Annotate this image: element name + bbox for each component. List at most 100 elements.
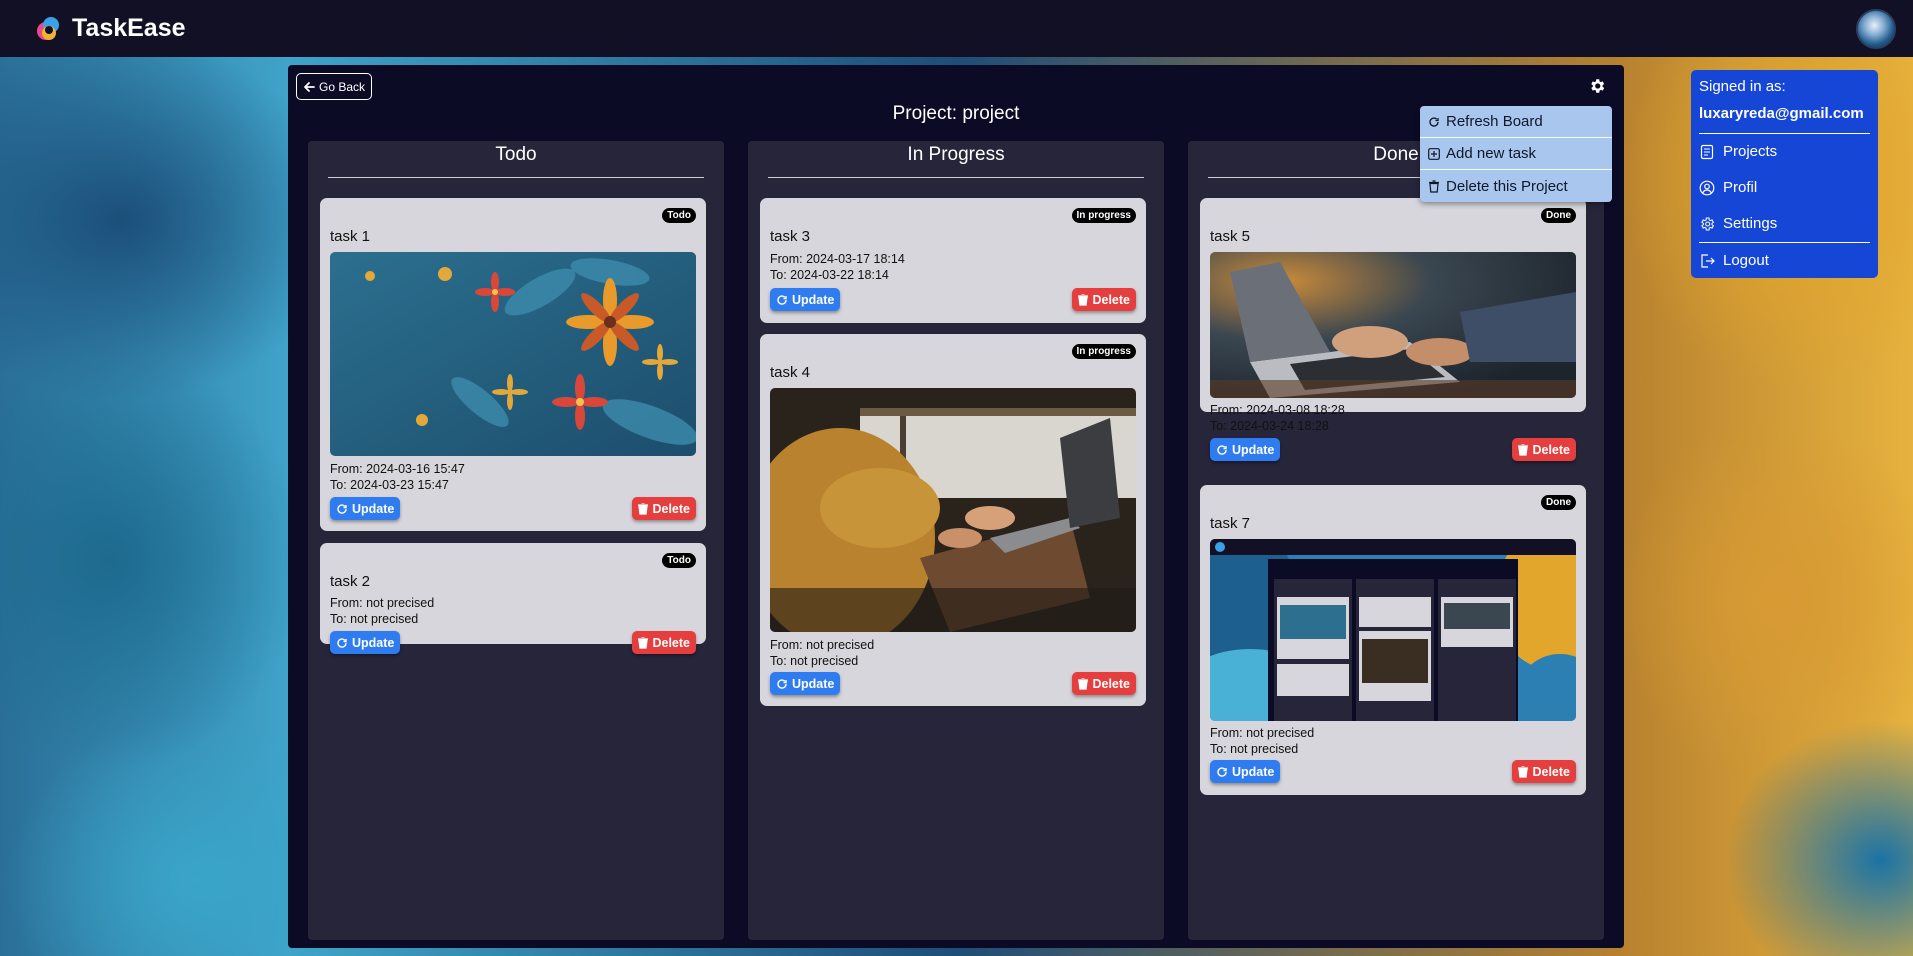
menu-item-label: Delete this Project	[1446, 177, 1568, 195]
delete-button[interactable]: Delete	[1512, 760, 1576, 783]
task-card[interactable]: Todo task 2 From: not precised To: not p…	[320, 543, 706, 654]
update-button[interactable]: Update	[770, 672, 841, 695]
divider	[1699, 133, 1870, 134]
task-from: From: not precised	[1210, 726, 1315, 740]
user-circle-icon	[1699, 180, 1715, 195]
update-label: Update	[352, 501, 395, 516]
status-badge: Todo	[662, 553, 696, 568]
delete-button[interactable]: Delete	[632, 497, 696, 520]
user-menu-item-logout[interactable]: Logout	[1699, 252, 1769, 269]
task-image	[770, 388, 1136, 632]
go-back-label: Go Back	[319, 79, 366, 94]
update-button[interactable]: Update	[330, 631, 401, 654]
column-title: In Progress	[768, 141, 1144, 178]
menu-item-label: Add new task	[1446, 145, 1537, 162]
delete-button[interactable]: Delete	[1072, 288, 1136, 311]
delete-button[interactable]: Delete	[632, 631, 696, 654]
column-in-progress: In Progress In progress task 3 From: 202…	[748, 141, 1164, 940]
delete-label: Delete	[652, 635, 690, 650]
task-to: To: not precised	[330, 612, 419, 626]
task-to: To: not precised	[1210, 742, 1299, 756]
status-badge: In progress	[1071, 208, 1136, 223]
board-settings-gear-icon[interactable]	[1588, 77, 1606, 95]
user-avatar[interactable]	[1856, 9, 1896, 49]
user-menu-item-projects[interactable]: Projects	[1699, 143, 1777, 160]
delete-button[interactable]: Delete	[1072, 672, 1136, 695]
task-dates: From: 2024-03-17 18:14 To: 2024-03-22 18…	[770, 251, 905, 283]
task-dates: From: 2024-03-08 18:28 To: 2024-03-24 18…	[1210, 402, 1345, 434]
update-button[interactable]: Update	[1210, 760, 1281, 783]
task-name: task 4	[770, 364, 811, 381]
user-menu-item-profil[interactable]: Profil	[1699, 179, 1757, 196]
task-to: To: not precised	[770, 654, 859, 668]
task-image	[1210, 539, 1576, 721]
menu-item-delete-project[interactable]: Delete this Project	[1420, 170, 1612, 202]
task-dates: From: not precised To: not precised	[1210, 725, 1314, 757]
divider	[1699, 242, 1870, 243]
delete-label: Delete	[1532, 764, 1570, 779]
user-menu-item-settings[interactable]: Settings	[1699, 215, 1777, 232]
task-card[interactable]: Todo task 1 From: 2024-03-16 15:47 To: 2…	[320, 198, 706, 531]
column-done: Done Done task 5 From: 2024-03-08 18:28 …	[1188, 141, 1604, 940]
update-label: Update	[792, 676, 835, 691]
app-title[interactable]: TaskEase	[72, 14, 186, 43]
refresh-icon	[337, 503, 347, 514]
task-from: From: not precised	[770, 638, 875, 652]
update-button[interactable]: Update	[1210, 438, 1281, 461]
trash-icon	[1078, 677, 1089, 690]
task-name: task 3	[770, 228, 811, 245]
refresh-icon	[777, 678, 787, 689]
delete-label: Delete	[1532, 442, 1570, 457]
user-menu-item-label: Profil	[1723, 179, 1758, 196]
refresh-icon	[1217, 766, 1227, 777]
task-name: task 1	[330, 228, 371, 245]
gear-icon	[1701, 216, 1715, 231]
task-card[interactable]: In progress task 4 From: not precised To…	[760, 334, 1146, 706]
user-menu-panel: Signed in as: luxaryreda@gmail.com Proje…	[1691, 70, 1878, 278]
task-name: task 7	[1210, 515, 1251, 532]
task-card[interactable]: Done task 7 From: not precised To: not p…	[1200, 485, 1586, 795]
task-to: To: 2024-03-22 18:14	[770, 268, 889, 282]
delete-label: Delete	[1092, 292, 1130, 307]
go-back-button[interactable]: Go Back	[296, 73, 373, 100]
delete-label: Delete	[652, 501, 690, 516]
plus-square-icon	[1428, 147, 1440, 160]
task-dates: From: not precised To: not precised	[330, 595, 434, 627]
update-label: Update	[1232, 764, 1275, 779]
trash-icon	[1078, 293, 1089, 306]
delete-button[interactable]: Delete	[1512, 438, 1576, 461]
user-menu-item-label: Projects	[1723, 143, 1778, 160]
task-from: From: not precised	[330, 596, 435, 610]
task-dates: From: 2024-03-16 15:47 To: 2024-03-23 15…	[330, 461, 465, 493]
task-image	[330, 252, 696, 456]
task-name: task 5	[1210, 228, 1251, 245]
trash-icon	[1518, 443, 1529, 456]
top-navbar: TaskEase	[0, 0, 1913, 57]
task-from: From: 2024-03-17 18:14	[770, 252, 905, 266]
app-logo-icon[interactable]	[33, 14, 63, 44]
update-button[interactable]: Update	[330, 497, 401, 520]
board-settings-menu: Refresh Board Add new task Delete this P…	[1420, 106, 1612, 202]
status-badge: Done	[1541, 495, 1576, 510]
update-button[interactable]: Update	[770, 288, 841, 311]
task-to: To: 2024-03-24 18:28	[1210, 419, 1329, 433]
menu-item-add-task[interactable]: Add new task	[1420, 138, 1612, 170]
status-badge: Todo	[662, 208, 696, 223]
task-card[interactable]: Done task 5 From: 2024-03-08 18:28 To: 2…	[1200, 198, 1586, 461]
task-card[interactable]: In progress task 3 From: 2024-03-17 18:1…	[760, 198, 1146, 323]
trash-icon	[638, 502, 649, 515]
task-dates: From: not precised To: not precised	[770, 637, 874, 669]
column-title: Todo	[328, 141, 704, 178]
document-icon	[1700, 144, 1714, 159]
trash-icon	[638, 636, 649, 649]
user-email: luxaryreda@gmail.com	[1699, 105, 1864, 122]
refresh-icon	[1217, 444, 1227, 455]
status-badge: In progress	[1071, 344, 1136, 359]
signed-in-label: Signed in as:	[1699, 78, 1786, 95]
refresh-icon	[777, 294, 787, 305]
task-name: task 2	[330, 573, 371, 590]
arrow-left-icon	[304, 81, 315, 92]
delete-label: Delete	[1092, 676, 1130, 691]
menu-item-refresh-board[interactable]: Refresh Board	[1420, 106, 1612, 138]
task-from: From: 2024-03-16 15:47	[330, 462, 465, 476]
